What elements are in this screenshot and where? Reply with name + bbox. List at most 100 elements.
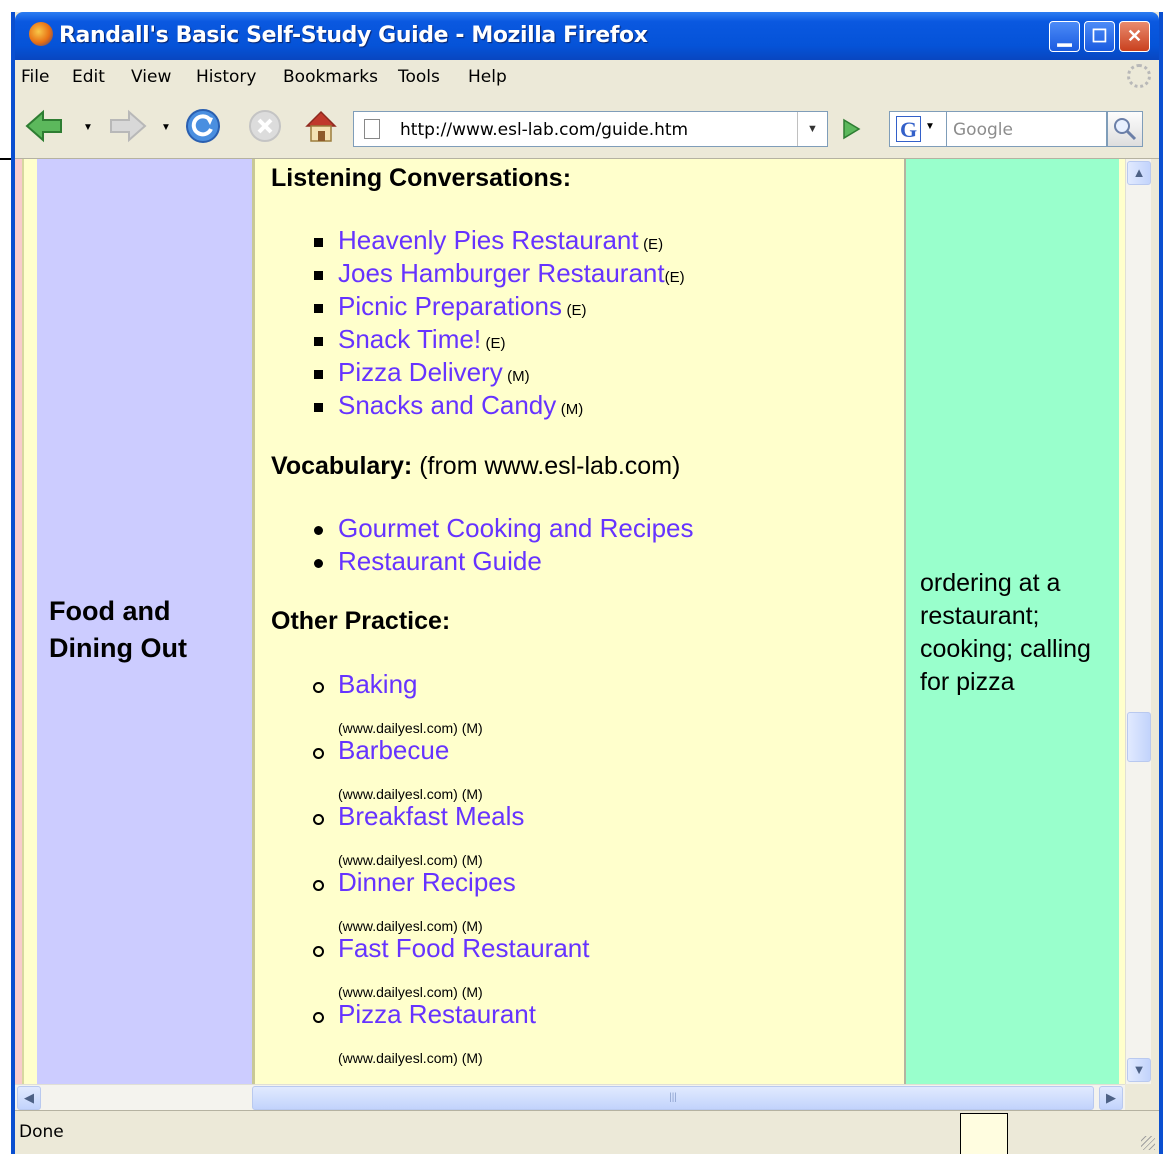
link-gourmet-cooking[interactable]: Gourmet Cooking and Recipes [338, 513, 694, 543]
firefox-icon [29, 22, 53, 46]
close-icon: ✕ [1126, 26, 1143, 46]
go-button[interactable] [837, 114, 865, 144]
maximize-button[interactable]: ☐ [1084, 21, 1115, 52]
search-button[interactable] [1107, 111, 1143, 147]
list-item: Fast Food Restaurant [338, 933, 589, 964]
list-item: Joes Hamburger Restaurant(E) [338, 258, 685, 289]
topic-cell: Food and Dining Out [37, 159, 255, 1084]
home-button[interactable] [303, 108, 339, 144]
minimize-button[interactable]: ▁ [1049, 21, 1080, 52]
link-joes-hamburger[interactable]: Joes Hamburger Restaurant [338, 258, 665, 288]
url-history-dropdown[interactable]: ▼ [797, 112, 827, 146]
list-bullet [313, 748, 324, 759]
menu-view[interactable]: View [131, 67, 171, 87]
menu-help[interactable]: Help [468, 67, 507, 87]
back-button[interactable] [25, 108, 62, 144]
forward-history-dropdown[interactable]: ▼ [161, 122, 171, 133]
list-item: Breakfast Meals [338, 801, 524, 832]
search-input[interactable]: Google [947, 111, 1107, 147]
list-bullet [314, 526, 323, 535]
minimize-icon: ▁ [1057, 26, 1072, 46]
chevron-up-icon: ▲ [1132, 165, 1146, 180]
list-bullet [314, 370, 323, 379]
maximize-icon: ☐ [1091, 26, 1108, 46]
scroll-left-button[interactable]: ◀ [17, 1086, 41, 1110]
link-heavenly-pies[interactable]: Heavenly Pies Restaurant [338, 225, 639, 255]
page-edge-line [0, 158, 11, 160]
search-engine-selector[interactable]: G ▼ [889, 111, 947, 147]
window-title: Randall's Basic Self-Study Guide - Mozil… [59, 23, 648, 48]
list-bullet [313, 946, 324, 957]
title-bar[interactable]: Randall's Basic Self-Study Guide - Mozil… [15, 12, 1159, 60]
link-pizza-delivery[interactable]: Pizza Delivery [338, 357, 503, 387]
status-panel [960, 1113, 1008, 1154]
level-tag: (E) [485, 335, 506, 352]
menu-edit[interactable]: Edit [72, 67, 105, 87]
go-icon [843, 118, 861, 140]
vertical-scrollbar[interactable]: ▲ ▼ [1125, 159, 1151, 1084]
other-practice-heading: Other Practice: [271, 607, 451, 635]
browser-window: Randall's Basic Self-Study Guide - Mozil… [11, 12, 1163, 1154]
spacer-cell [22, 159, 37, 1084]
link-dinner-recipes[interactable]: Dinner Recipes [338, 867, 516, 897]
level-tag: (E) [664, 269, 685, 286]
link-barbecue[interactable]: Barbecue [338, 735, 449, 765]
source-note: (www.dailyesl.com) (M) [338, 984, 483, 1000]
list-bullet [313, 682, 324, 693]
menu-file[interactable]: File [21, 67, 49, 87]
source-note: (www.dailyesl.com) (M) [338, 852, 483, 868]
close-button[interactable]: ✕ [1119, 21, 1150, 52]
list-item: Baking [338, 669, 418, 700]
list-bullet [313, 1012, 324, 1023]
page-icon [364, 119, 380, 139]
scroll-up-button[interactable]: ▲ [1127, 161, 1151, 185]
list-item: Dinner Recipes [338, 867, 516, 898]
resize-grip-icon[interactable] [1141, 1136, 1155, 1150]
list-item: Gourmet Cooking and Recipes [338, 513, 694, 544]
menu-tools[interactable]: Tools [398, 67, 440, 87]
url-input[interactable]: http://www.esl-lab.com/guide.htm [400, 120, 688, 140]
scroll-corner [1125, 1084, 1151, 1110]
address-bar[interactable]: http://www.esl-lab.com/guide.htm ▼ [353, 111, 828, 147]
vertical-scroll-thumb[interactable] [1127, 712, 1151, 762]
forward-icon [110, 109, 147, 143]
google-icon: G [896, 116, 921, 142]
stop-button[interactable] [247, 108, 283, 144]
horizontal-scrollbar[interactable]: ◀ ||| ▶ [15, 1084, 1125, 1110]
link-baking[interactable]: Baking [338, 669, 418, 699]
source-note: (www.dailyesl.com) (M) [338, 918, 483, 934]
list-item: Pizza Restaurant [338, 999, 536, 1030]
link-breakfast-meals[interactable]: Breakfast Meals [338, 801, 524, 831]
link-picnic-preparations[interactable]: Picnic Preparations [338, 291, 562, 321]
resources-cell: Listening Conversations: Heavenly Pies R… [255, 159, 906, 1084]
page-content: Food and Dining Out Listening Conversati… [15, 159, 1125, 1084]
chevron-right-icon: ▶ [1106, 1090, 1116, 1105]
scroll-down-button[interactable]: ▼ [1127, 1058, 1151, 1082]
back-history-dropdown[interactable]: ▼ [83, 122, 93, 133]
list-bullet [314, 337, 323, 346]
reload-button[interactable] [185, 108, 221, 144]
link-pizza-restaurant[interactable]: Pizza Restaurant [338, 999, 536, 1029]
link-restaurant-guide[interactable]: Restaurant Guide [338, 546, 542, 576]
list-item: Heavenly Pies Restaurant (E) [338, 225, 663, 256]
link-fast-food-restaurant[interactable]: Fast Food Restaurant [338, 933, 589, 963]
left-margin-cell [15, 159, 22, 1084]
forward-button[interactable] [107, 108, 147, 144]
menu-bookmarks[interactable]: Bookmarks [283, 67, 378, 87]
source-note: (www.dailyesl.com) (M) [338, 786, 483, 802]
vocabulary-note: (from www.esl-lab.com) [419, 452, 681, 480]
menu-history[interactable]: History [196, 67, 256, 87]
list-bullet [314, 238, 323, 247]
scroll-right-button[interactable]: ▶ [1099, 1086, 1123, 1110]
reload-icon [186, 109, 220, 143]
list-item: Picnic Preparations (E) [338, 291, 586, 322]
link-snack-time[interactable]: Snack Time! [338, 324, 481, 354]
vocabulary-heading: Vocabulary: (from www.esl-lab.com) [271, 452, 681, 480]
list-item: Pizza Delivery (M) [338, 357, 530, 388]
list-bullet [313, 880, 324, 891]
list-bullet [314, 403, 323, 412]
link-snacks-and-candy[interactable]: Snacks and Candy [338, 390, 556, 420]
source-note: (www.dailyesl.com) (M) [338, 720, 483, 736]
list-item: Snack Time! (E) [338, 324, 506, 355]
horizontal-scroll-thumb[interactable]: ||| [252, 1086, 1094, 1110]
